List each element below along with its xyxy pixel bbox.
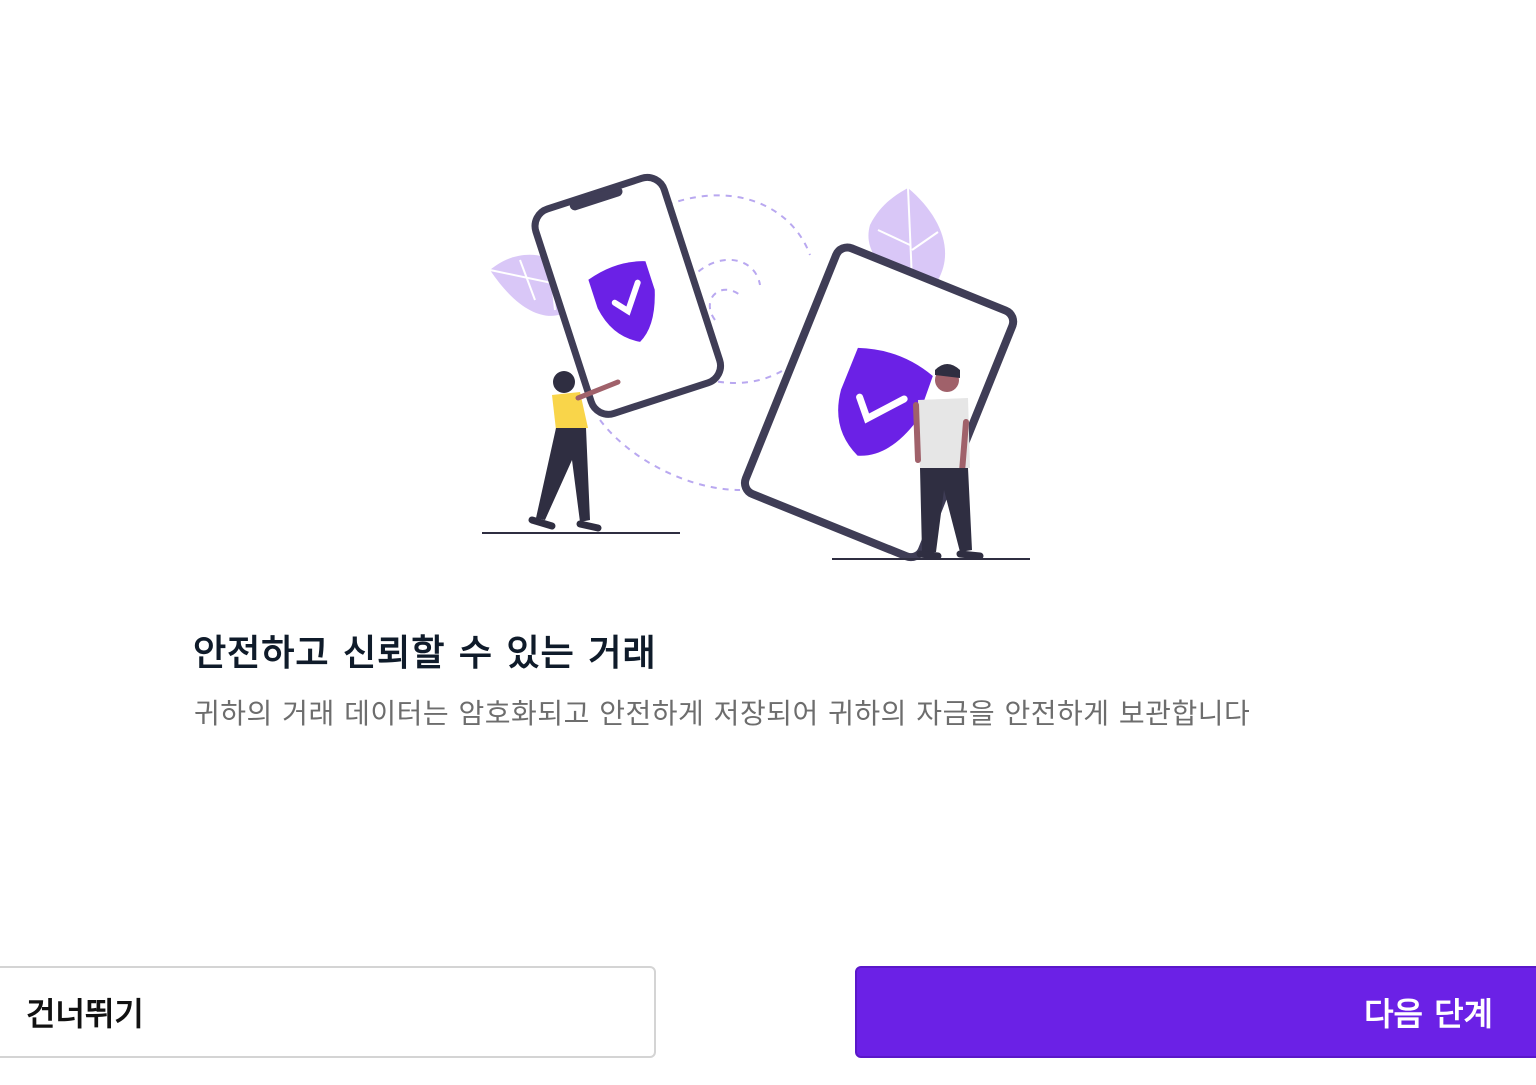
skip-button-label: 건너뛰기 <box>26 995 144 1033</box>
onboarding-screen: 안전하고 신뢰할 수 있는 거래 귀하의 거래 데이터는 암호화되고 안전하게 … <box>0 0 1536 1085</box>
next-step-button[interactable]: 다음 단계 <box>855 966 1536 1058</box>
skip-button[interactable]: 건너뛰기 <box>0 966 656 1058</box>
tablet-icon <box>740 243 1018 562</box>
security-illustration <box>482 173 1030 562</box>
page-description: 귀하의 거래 데이터는 암호화되고 안전하게 저장되어 귀하의 자금을 안전하게… <box>194 697 1251 730</box>
page-title: 안전하고 신뢰할 수 있는 거래 <box>193 633 657 674</box>
next-step-button-label: 다음 단계 <box>1364 995 1493 1033</box>
